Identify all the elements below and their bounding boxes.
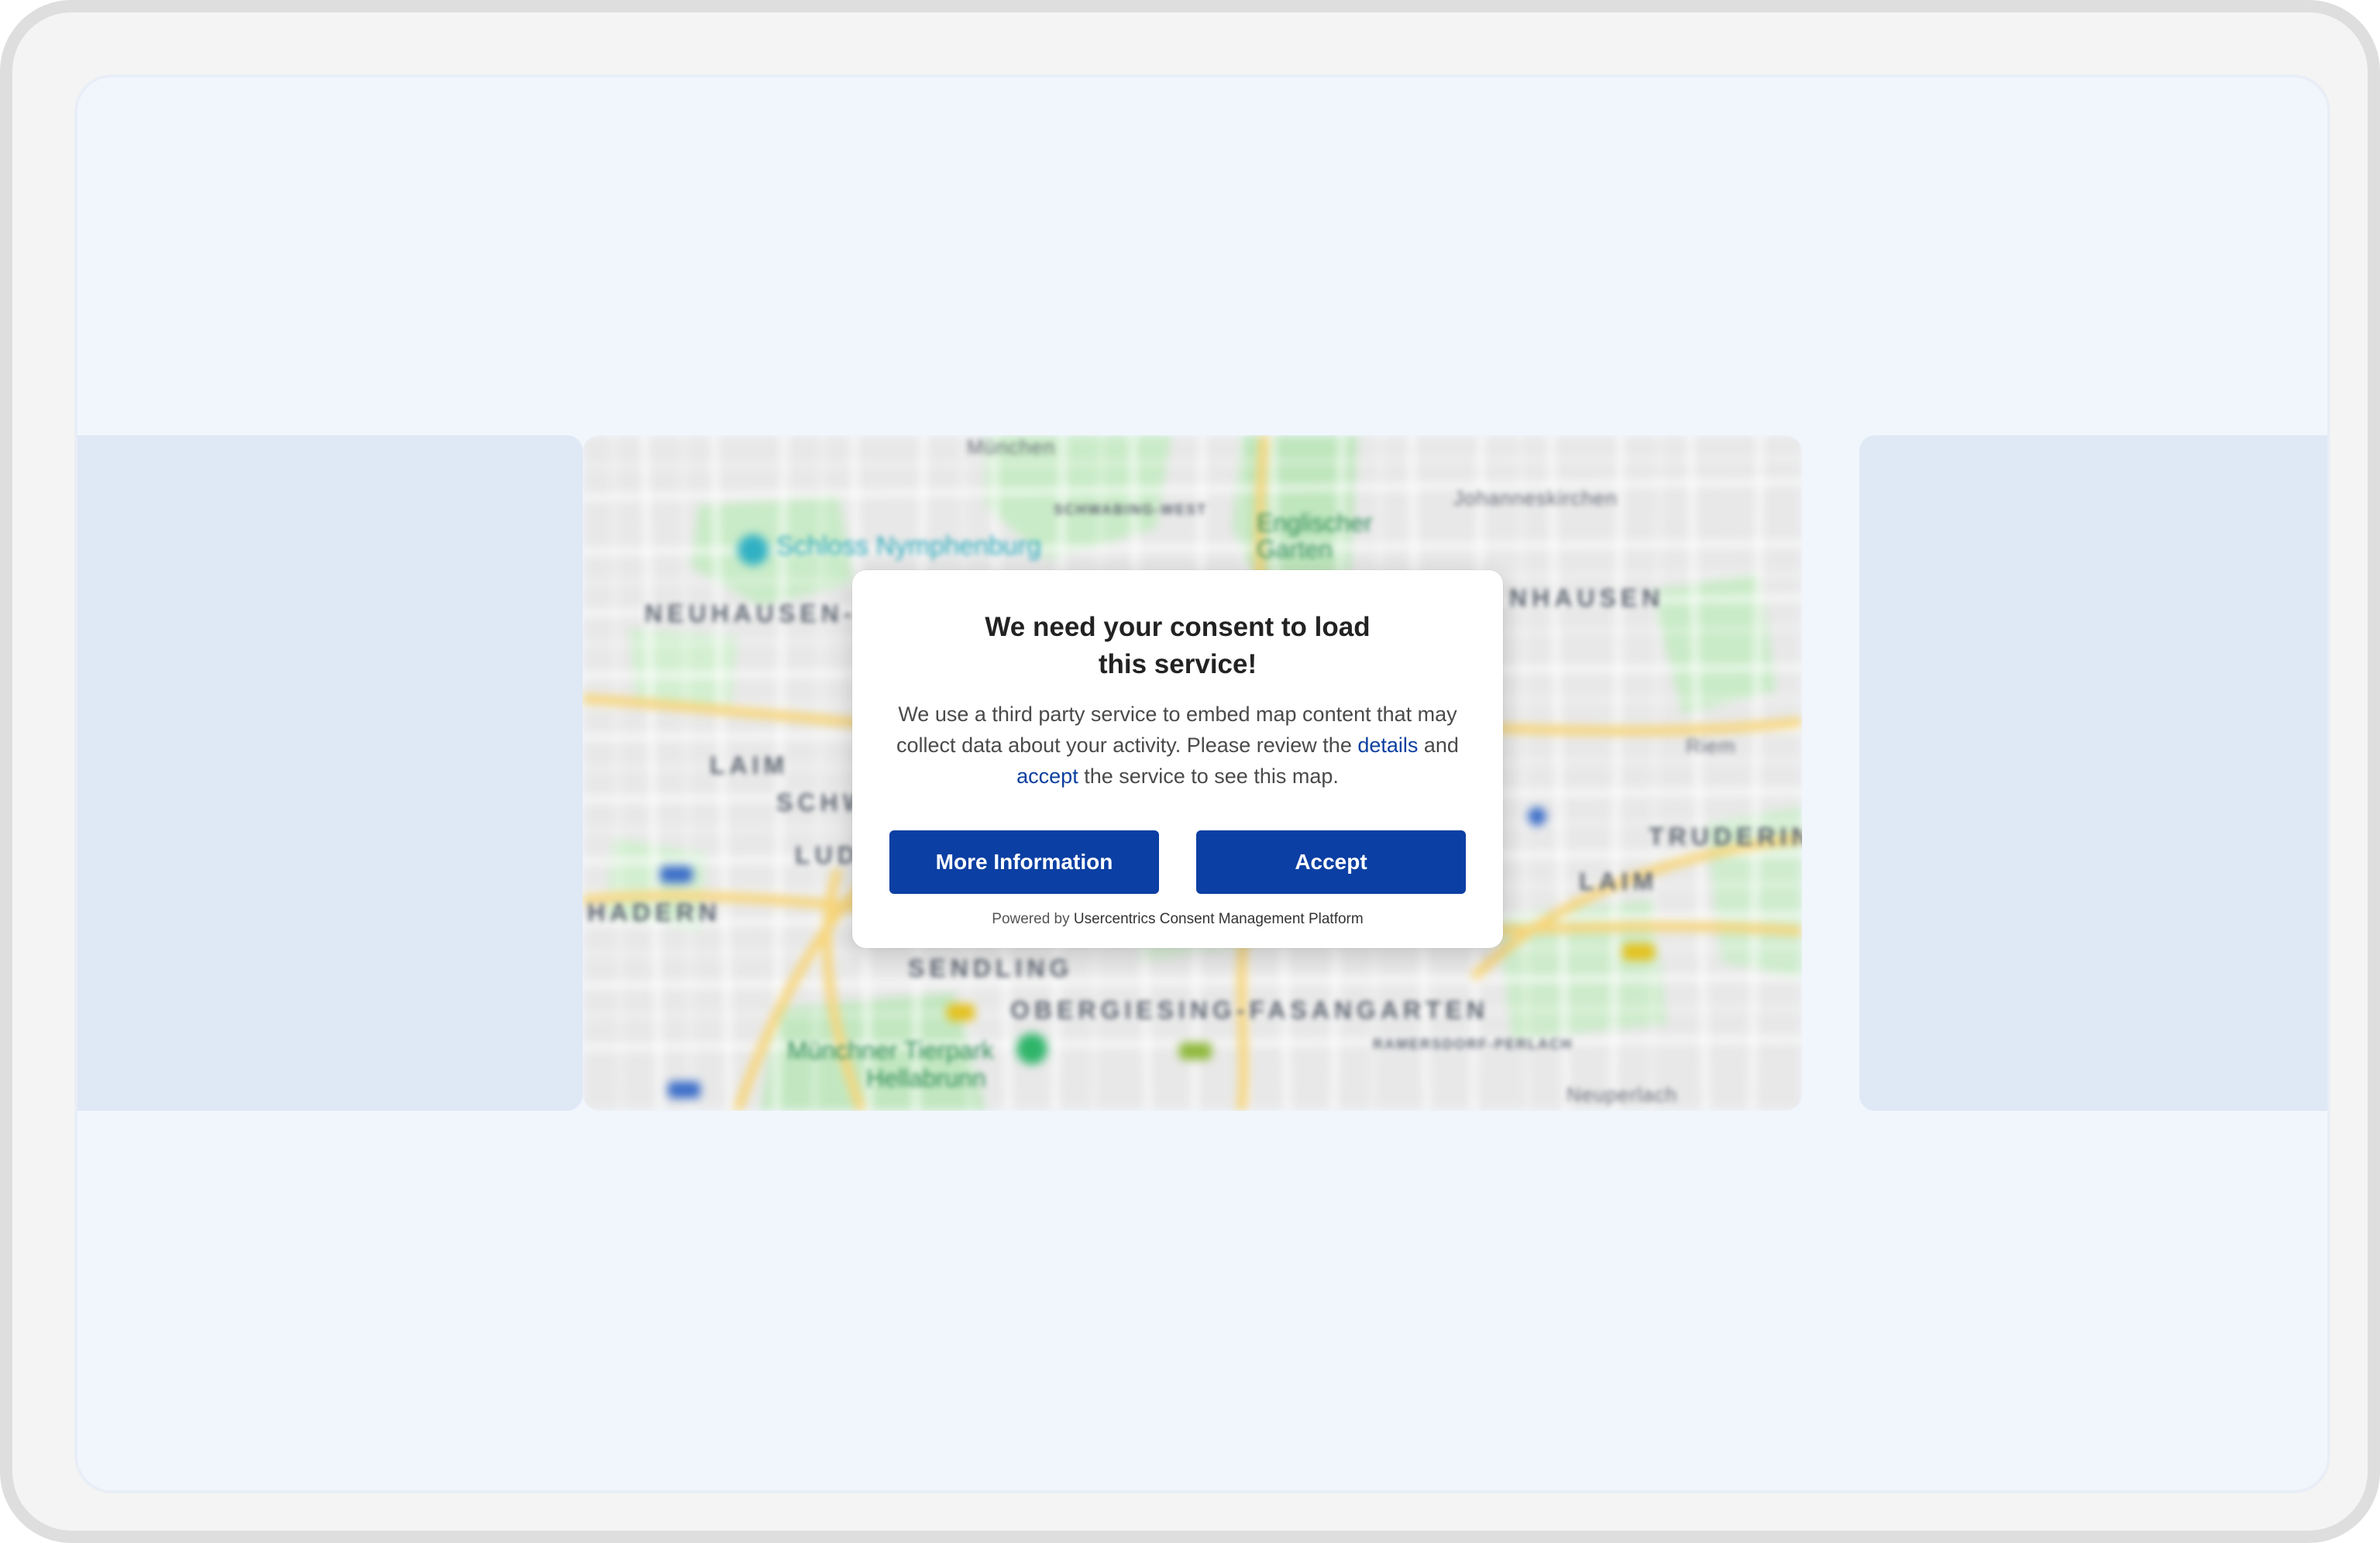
map-label-hausen: NHAUSEN: [1509, 584, 1665, 612]
map-label-lud: LUD: [795, 841, 860, 869]
map-label-neuhausen: NEUHAUSEN-N: [645, 600, 879, 627]
map-label-trudering: TRUDERING-RI: [1649, 823, 1802, 851]
carousel-card-left[interactable]: [77, 435, 583, 1111]
map-label-riem: Riem: [1686, 734, 1736, 758]
map-label-englischer-garten: Englischer Garten: [1257, 509, 1373, 563]
map-label-sendling: SENDLING: [908, 954, 1074, 982]
map-label-hellabrunn: Hellabrunn: [866, 1064, 986, 1092]
consent-title: We need your consent to load this servic…: [899, 609, 1457, 683]
accept-button[interactable]: Accept: [1196, 830, 1466, 894]
map-label-laim-right: LAIM: [1579, 868, 1659, 895]
consent-dialog: We need your consent to load this servic…: [852, 570, 1503, 948]
map-label-johanneskirchen: Johanneskirchen: [1453, 486, 1618, 510]
map-label-hadern: HADERN: [587, 899, 721, 926]
map-label-muenchen: München: [967, 435, 1055, 459]
powered-by-prefix: Powered by: [992, 911, 1074, 927]
powered-by-footer: Powered by Usercentrics Consent Manageme…: [852, 911, 1503, 928]
consent-title-line-1: We need your consent to load: [985, 612, 1371, 642]
map-label-neuperlach: Neuperlach: [1567, 1083, 1677, 1106]
more-information-button[interactable]: More Information: [889, 830, 1159, 894]
consent-text-part-3: the service to see this map.: [1078, 765, 1339, 788]
map-label-schwabing-west: SCHWABING-WEST: [1054, 502, 1207, 517]
map-label-tierpark: Münchner Tierpark: [787, 1036, 994, 1064]
map-label-obergiesing: OBERGIESING-FASANGARTEN: [1010, 996, 1490, 1024]
carousel-card-right[interactable]: [1859, 435, 2327, 1111]
consent-description: We use a third party service to embed ma…: [891, 699, 1464, 792]
usercentrics-link[interactable]: Usercentrics Consent Management Platform: [1074, 911, 1364, 927]
map-label-schloss-nymphenburg: Schloss Nymphenburg: [776, 531, 1042, 561]
map-label-ramersdorf: RAMERSDORF-PERLACH: [1373, 1036, 1573, 1052]
accept-link[interactable]: accept: [1016, 765, 1078, 788]
details-link[interactable]: details: [1357, 734, 1418, 757]
consent-text-part-2: and: [1418, 734, 1459, 757]
consent-title-line-2: this service!: [1098, 649, 1257, 679]
map-label-laim: LAIM: [710, 751, 789, 779]
